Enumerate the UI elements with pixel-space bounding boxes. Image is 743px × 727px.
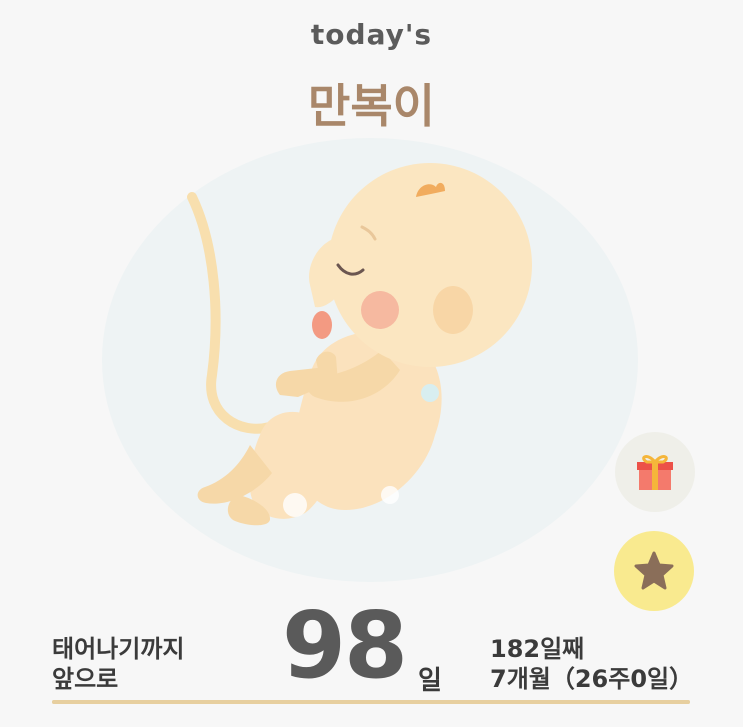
months-weeks: 7개월（26주0일） <box>490 665 694 693</box>
days-unit: 일 <box>418 666 442 696</box>
progress-fill <box>52 700 690 704</box>
favorite-button[interactable] <box>614 531 694 611</box>
days-elapsed: 182일째 <box>490 635 585 663</box>
star-icon <box>634 551 674 590</box>
countdown-label-line1: 태어나기까지 <box>52 635 185 663</box>
header-subtitle: today's <box>310 18 433 51</box>
gift-icon <box>637 455 673 490</box>
countdown-label-line2: 앞으로 <box>52 665 119 693</box>
baby-nickname: 만복이 <box>308 79 435 133</box>
fetus-illustration <box>100 135 640 585</box>
days-remaining: 98 <box>282 592 408 699</box>
countdown-label: 태어나기까지 앞으로 <box>52 634 184 694</box>
progress-bar <box>52 700 690 704</box>
gift-button[interactable] <box>615 432 695 512</box>
pregnancy-progress-info: 182일째 7개월（26주0일） <box>490 634 693 694</box>
